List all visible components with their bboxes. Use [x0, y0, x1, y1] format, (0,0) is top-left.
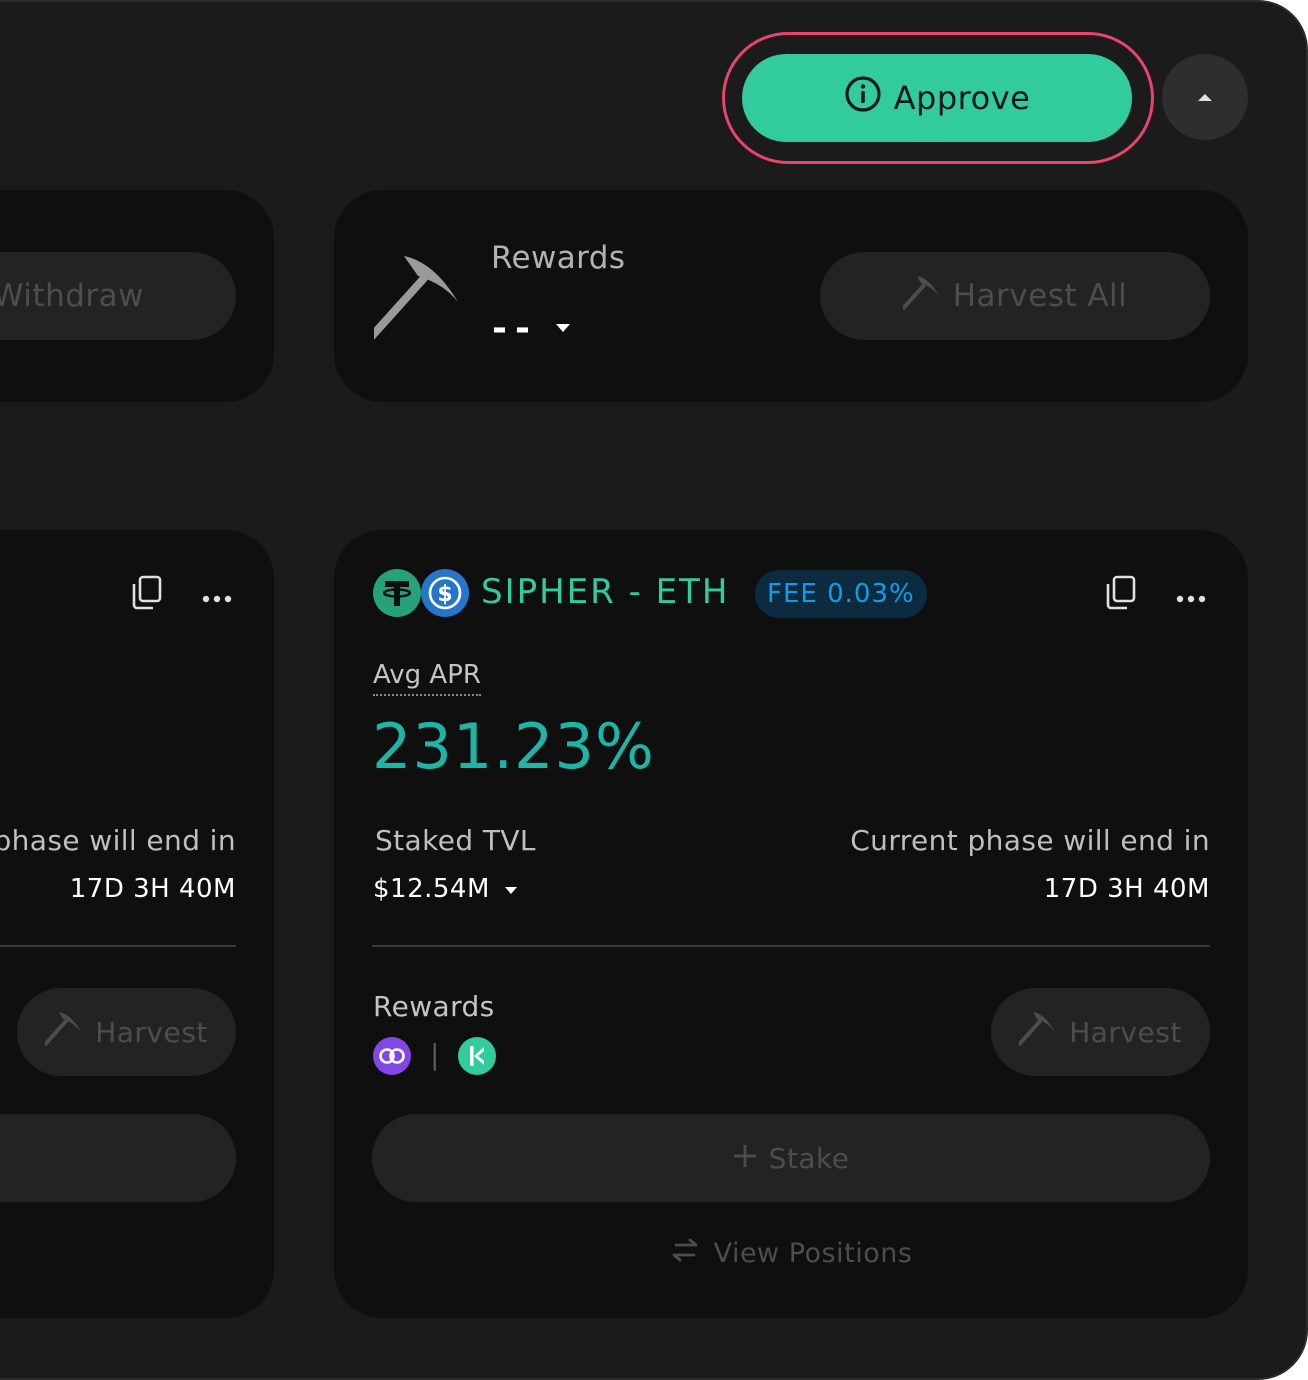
- avg-apr-value: 231.23%: [372, 710, 655, 783]
- pickaxe-icon: [1013, 1010, 1057, 1054]
- phase-label: Current phase will end in: [850, 824, 1210, 857]
- stake-label: Stake: [768, 1141, 850, 1175]
- rewards-summary-label: Rewards: [491, 240, 626, 276]
- rewards-label: Rewards: [373, 990, 495, 1023]
- staked-tvl-value: $12.54M: [373, 874, 518, 904]
- caret-down-icon[interactable]: [554, 319, 572, 338]
- pickaxe-icon: [897, 274, 941, 318]
- harvest-label: Harvest: [95, 1015, 208, 1049]
- rewards-summary-value: --: [492, 308, 572, 349]
- caret-down-icon[interactable]: [504, 880, 518, 899]
- pickaxe-icon: [358, 254, 464, 351]
- approve-button[interactable]: Approve: [742, 54, 1132, 142]
- farm-card-left: phase will end in 17D 3H 40M Harvest: [0, 530, 274, 1318]
- matic-token-icon: [372, 1036, 412, 1080]
- svg-text:$: $: [437, 582, 452, 607]
- withdraw-card: Withdraw: [0, 190, 274, 402]
- farm-card-sipher-eth: $ SIPHER - ETH FEE 0.03% Avg APR 231.23%…: [334, 530, 1248, 1318]
- harvest-all-button[interactable]: Harvest All: [820, 252, 1210, 340]
- fee-badge: FEE 0.03%: [755, 570, 927, 618]
- rewards-summary-card: Rewards -- Harvest All: [334, 190, 1248, 402]
- harvest-all-label: Harvest All: [952, 278, 1128, 314]
- knc-token-icon: [457, 1036, 497, 1080]
- info-icon: [844, 75, 882, 121]
- more-options-icon[interactable]: [1176, 588, 1206, 607]
- chevron-up-icon: [1196, 88, 1214, 107]
- staked-tvl-label: Staked TVL: [375, 824, 536, 857]
- farm-panel: Approve Withdraw Rewards -- Harvest All …: [0, 0, 1308, 1380]
- stake-button[interactable]: Stake: [372, 1114, 1210, 1202]
- divider: [372, 945, 1210, 947]
- usdc-token-icon: $: [420, 568, 470, 622]
- avg-apr-label[interactable]: Avg APR: [373, 660, 481, 696]
- rewards-summary-amount: --: [492, 308, 538, 349]
- phase-value: 17D 3H 40M: [1043, 874, 1210, 904]
- view-positions-label: View Positions: [713, 1238, 913, 1269]
- approve-label: Approve: [893, 79, 1031, 117]
- plus-icon: [733, 1142, 757, 1175]
- more-options-icon[interactable]: [202, 588, 232, 607]
- divider: [0, 945, 236, 947]
- usdt-token-icon: [372, 568, 422, 622]
- copy-icon[interactable]: [130, 574, 164, 614]
- staked-tvl-amount: $12.54M: [373, 874, 490, 904]
- withdraw-label: Withdraw: [0, 278, 144, 314]
- copy-icon[interactable]: [1104, 574, 1138, 614]
- harvest-button[interactable]: Harvest: [991, 988, 1210, 1076]
- phase-label: phase will end in: [0, 824, 236, 857]
- pickaxe-icon: [39, 1010, 83, 1054]
- view-positions-link[interactable]: View Positions: [334, 1238, 1248, 1269]
- phase-value: 17D 3H 40M: [69, 874, 236, 904]
- pair-name[interactable]: SIPHER - ETH: [481, 572, 730, 612]
- withdraw-button[interactable]: Withdraw: [0, 252, 236, 340]
- reward-separator: |: [430, 1038, 440, 1071]
- swap-arrows-icon: [670, 1238, 700, 1269]
- harvest-label: Harvest: [1069, 1015, 1182, 1049]
- stake-button[interactable]: [0, 1114, 236, 1202]
- harvest-button[interactable]: Harvest: [17, 988, 236, 1076]
- collapse-button[interactable]: [1162, 54, 1248, 140]
